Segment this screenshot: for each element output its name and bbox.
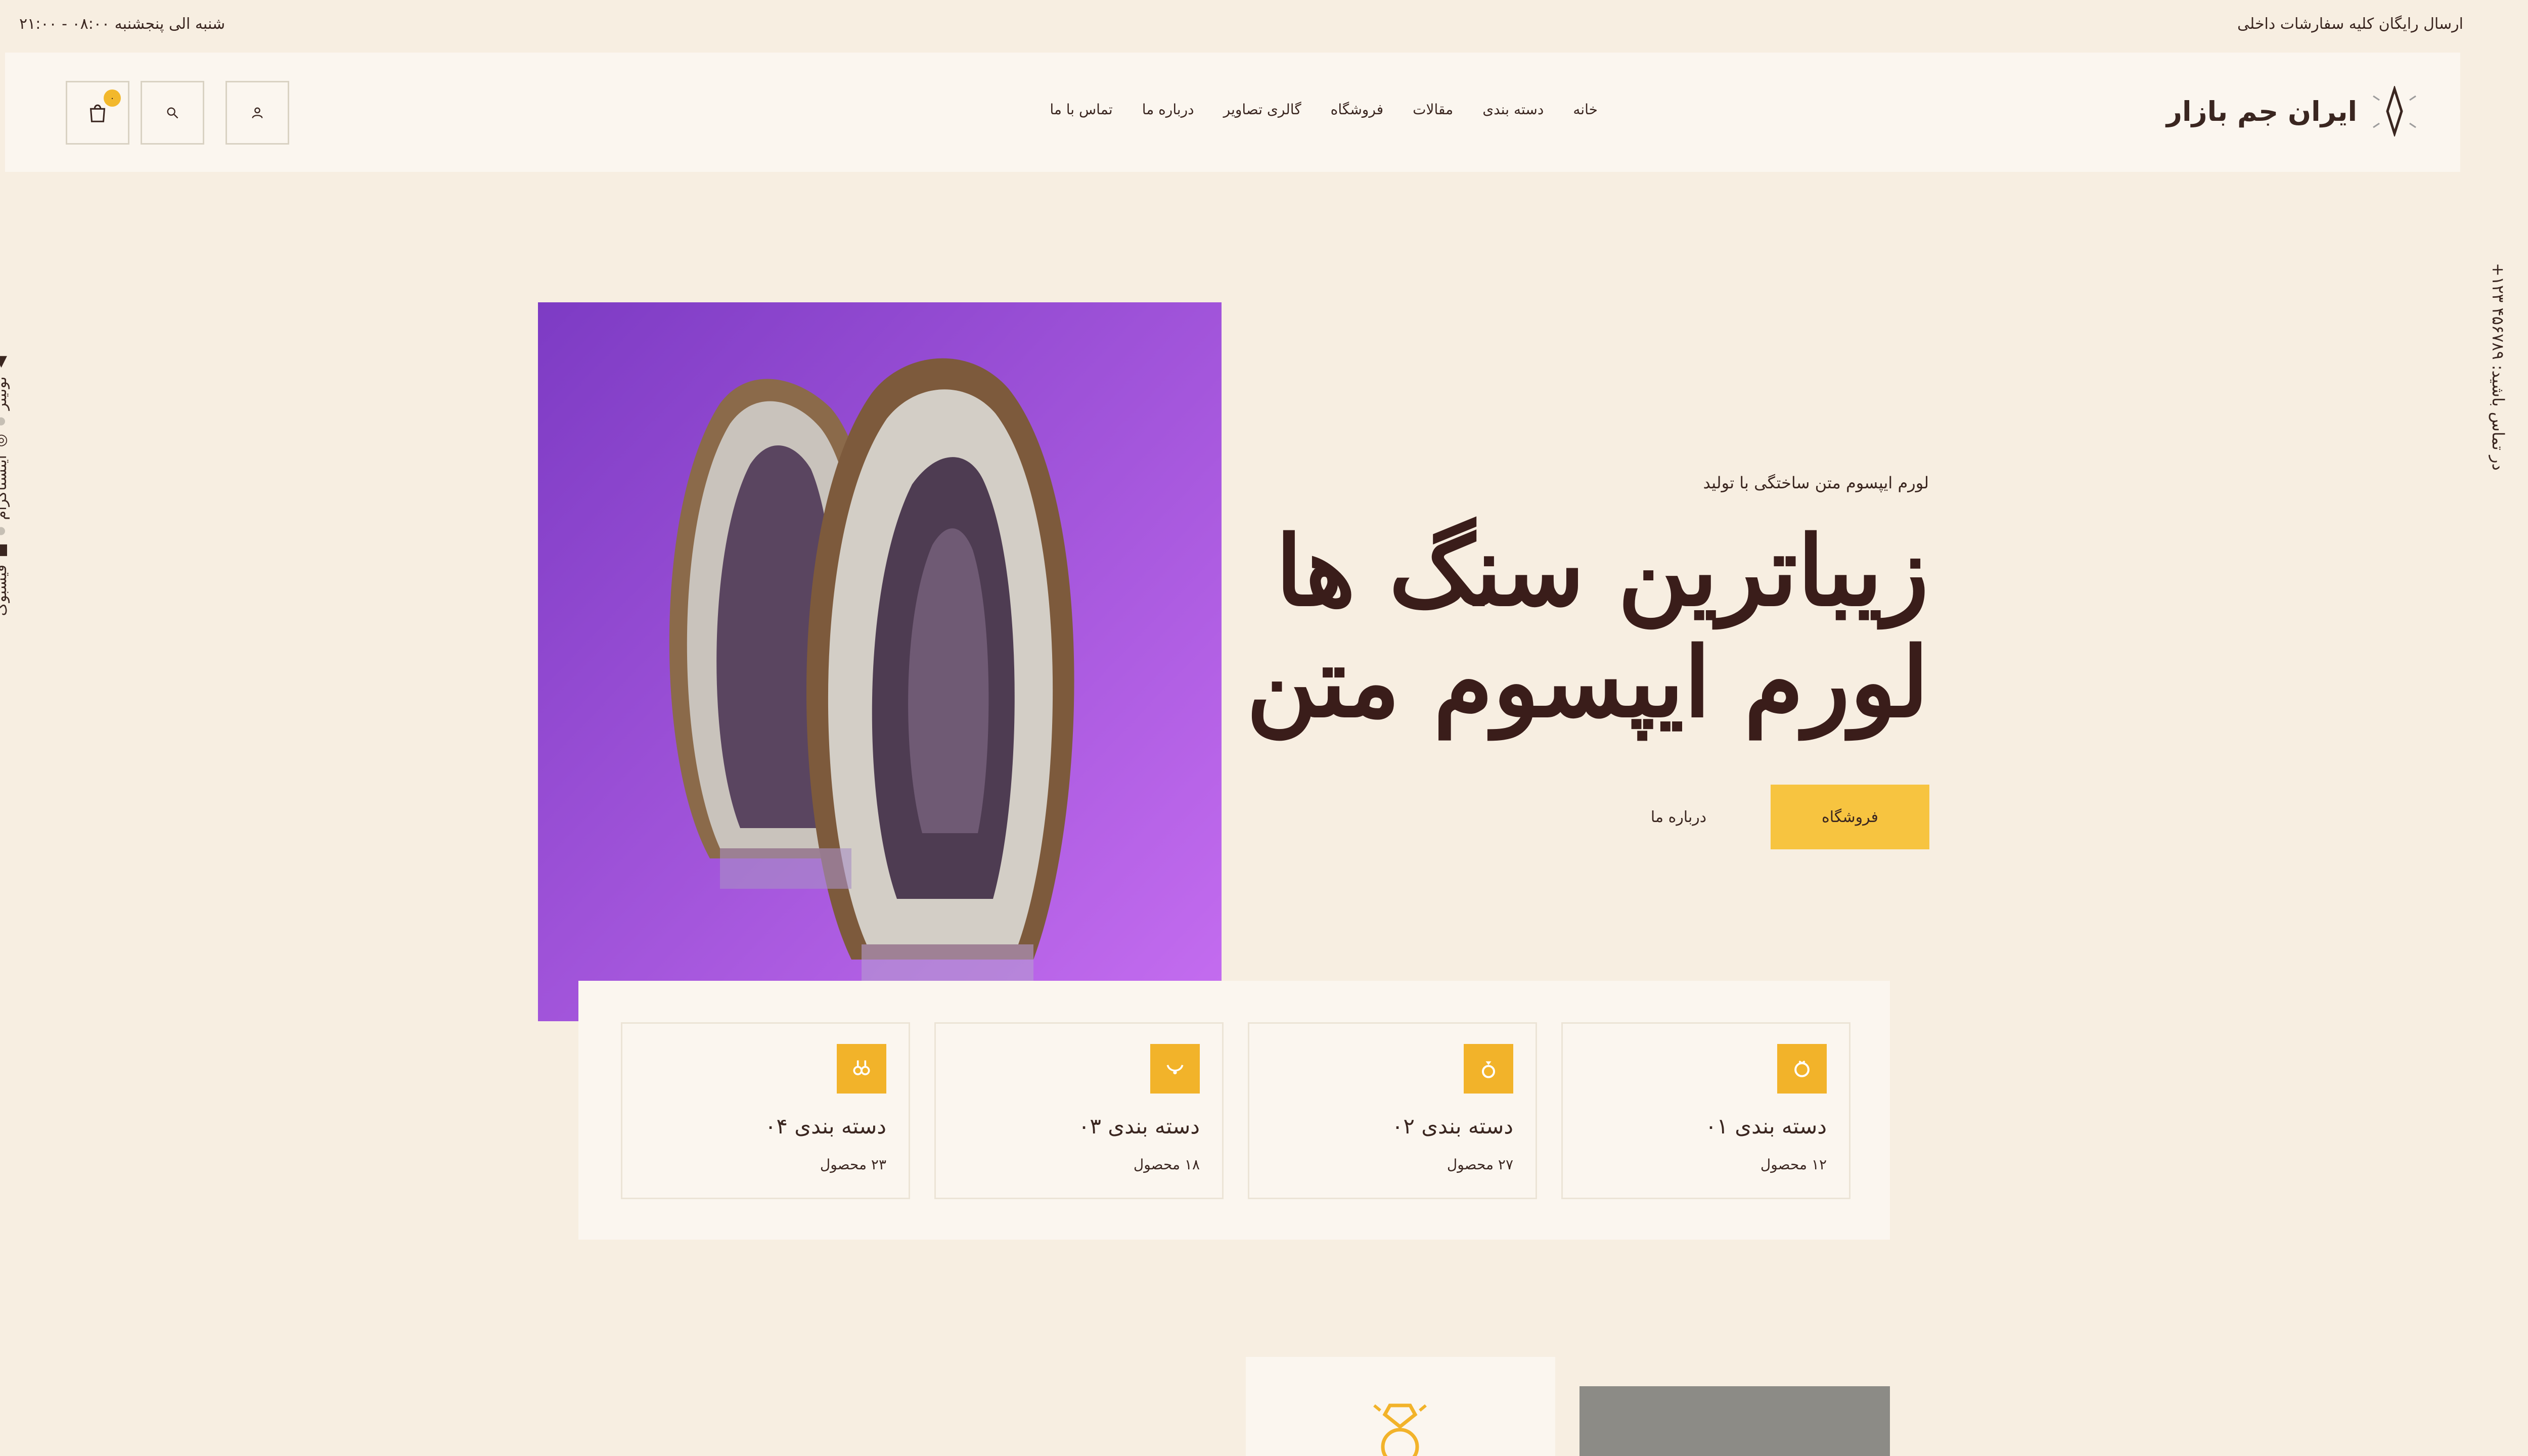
separator-dot	[0, 527, 6, 535]
feature-card	[1246, 1357, 1555, 1456]
hero-geode-image	[538, 302, 1222, 1021]
free-shipping-text: ارسال رایگان کلیه سفارشات داخلی	[2237, 15, 2463, 33]
twitter-icon: ▲	[0, 354, 10, 372]
contact-phone[interactable]: در تماس باشید: ۴۵۶۷۸۹ ۱۲۳+	[2489, 263, 2508, 471]
shopping-bag-icon	[89, 104, 106, 122]
diamond-logo-icon	[2373, 86, 2416, 136]
separator-dot	[0, 417, 6, 426]
hero-subtitle: لورم ایپسوم متن ساختگی با تولید	[1703, 473, 1929, 492]
nav-about[interactable]: درباره ما	[1142, 101, 1194, 118]
site-header: ایران جم بازار خانه دسته بندی مقالات فرو…	[5, 53, 2460, 172]
social-links: ▲ توئیتر ◎ اینستاگرام ■ فیسبوک	[0, 354, 10, 677]
category-card-1[interactable]: دسته بندی ۰۱ ۱۲ محصول	[1561, 1022, 1850, 1199]
cart-count-badge: ۰	[104, 89, 121, 107]
category-card-2[interactable]: دسته بندی ۰۲ ۲۷ محصول	[1248, 1022, 1537, 1199]
facebook-link[interactable]: ■ فیسبوک	[0, 542, 10, 616]
about-button[interactable]: درباره ما	[1628, 785, 1729, 849]
facebook-icon: ■	[0, 542, 10, 560]
hero-title-line2: لورم ایپسوم متن	[1246, 626, 1929, 739]
main-nav: خانه دسته بندی مقالات فروشگاه گالری تصاو…	[991, 101, 1598, 118]
nav-home[interactable]: خانه	[1573, 101, 1598, 118]
earrings-icon	[837, 1044, 886, 1094]
nav-categories[interactable]: دسته بندی	[1482, 101, 1544, 118]
category-count: ۱۲ محصول	[1760, 1156, 1827, 1173]
search-icon	[167, 107, 178, 119]
twitter-link[interactable]: ▲ توئیتر	[0, 354, 10, 410]
necklace-icon	[1150, 1044, 1200, 1094]
nav-articles[interactable]: مقالات	[1413, 101, 1453, 118]
geode-illustration	[538, 302, 1222, 1021]
nav-gallery[interactable]: گالری تصاویر	[1224, 101, 1301, 118]
working-hours-text: شنبه الی پنجشنبه ۰۸:۰۰ - ۲۱:۰۰	[19, 15, 225, 33]
category-title: دسته بندی ۰۳	[1078, 1114, 1200, 1139]
instagram-icon: ◎	[0, 432, 10, 450]
ring-icon	[1777, 1044, 1827, 1094]
site-logo[interactable]: ایران جم بازار	[2166, 86, 2420, 136]
diamond-ring-icon	[1373, 1403, 1427, 1456]
category-title: دسته بندی ۰۱	[1705, 1114, 1827, 1139]
nav-contact[interactable]: تماس با ما	[1050, 101, 1112, 118]
search-button[interactable]	[141, 81, 204, 145]
category-card-3[interactable]: دسته بندی ۰۳ ۱۸ محصول	[934, 1022, 1224, 1199]
category-count: ۲۷ محصول	[1447, 1156, 1513, 1173]
account-button[interactable]	[225, 81, 289, 145]
gem-ring-icon	[1464, 1044, 1513, 1094]
category-title: دسته بندی ۰۲	[1391, 1114, 1513, 1139]
social-list: ▲ توئیتر ◎ اینستاگرام ■ فیسبوک	[0, 354, 10, 616]
shop-button[interactable]: فروشگاه	[1771, 785, 1929, 849]
instagram-link[interactable]: ◎ اینستاگرام	[0, 432, 10, 520]
feature-image	[1579, 1386, 1890, 1456]
hero-title-line1: زیباترین سنگ ها	[1275, 515, 1929, 627]
cart-button[interactable]: ۰	[66, 81, 129, 145]
user-icon	[252, 107, 263, 118]
category-count: ۱۸ محصول	[1133, 1156, 1200, 1173]
category-card-4[interactable]: دسته بندی ۰۴ ۲۳ محصول	[621, 1022, 910, 1199]
hero-title: زیباترین سنگ ها لورم ایپسوم متن	[1221, 516, 1929, 738]
categories-panel: دسته بندی ۰۱ ۱۲ محصول دسته بندی ۰۲ ۲۷ مح…	[578, 981, 1890, 1240]
logo-text: ایران جم بازار	[2166, 95, 2357, 127]
nav-shop[interactable]: فروشگاه	[1331, 101, 1383, 118]
category-count: ۲۳ محصول	[820, 1156, 886, 1173]
category-title: دسته بندی ۰۴	[764, 1114, 886, 1139]
